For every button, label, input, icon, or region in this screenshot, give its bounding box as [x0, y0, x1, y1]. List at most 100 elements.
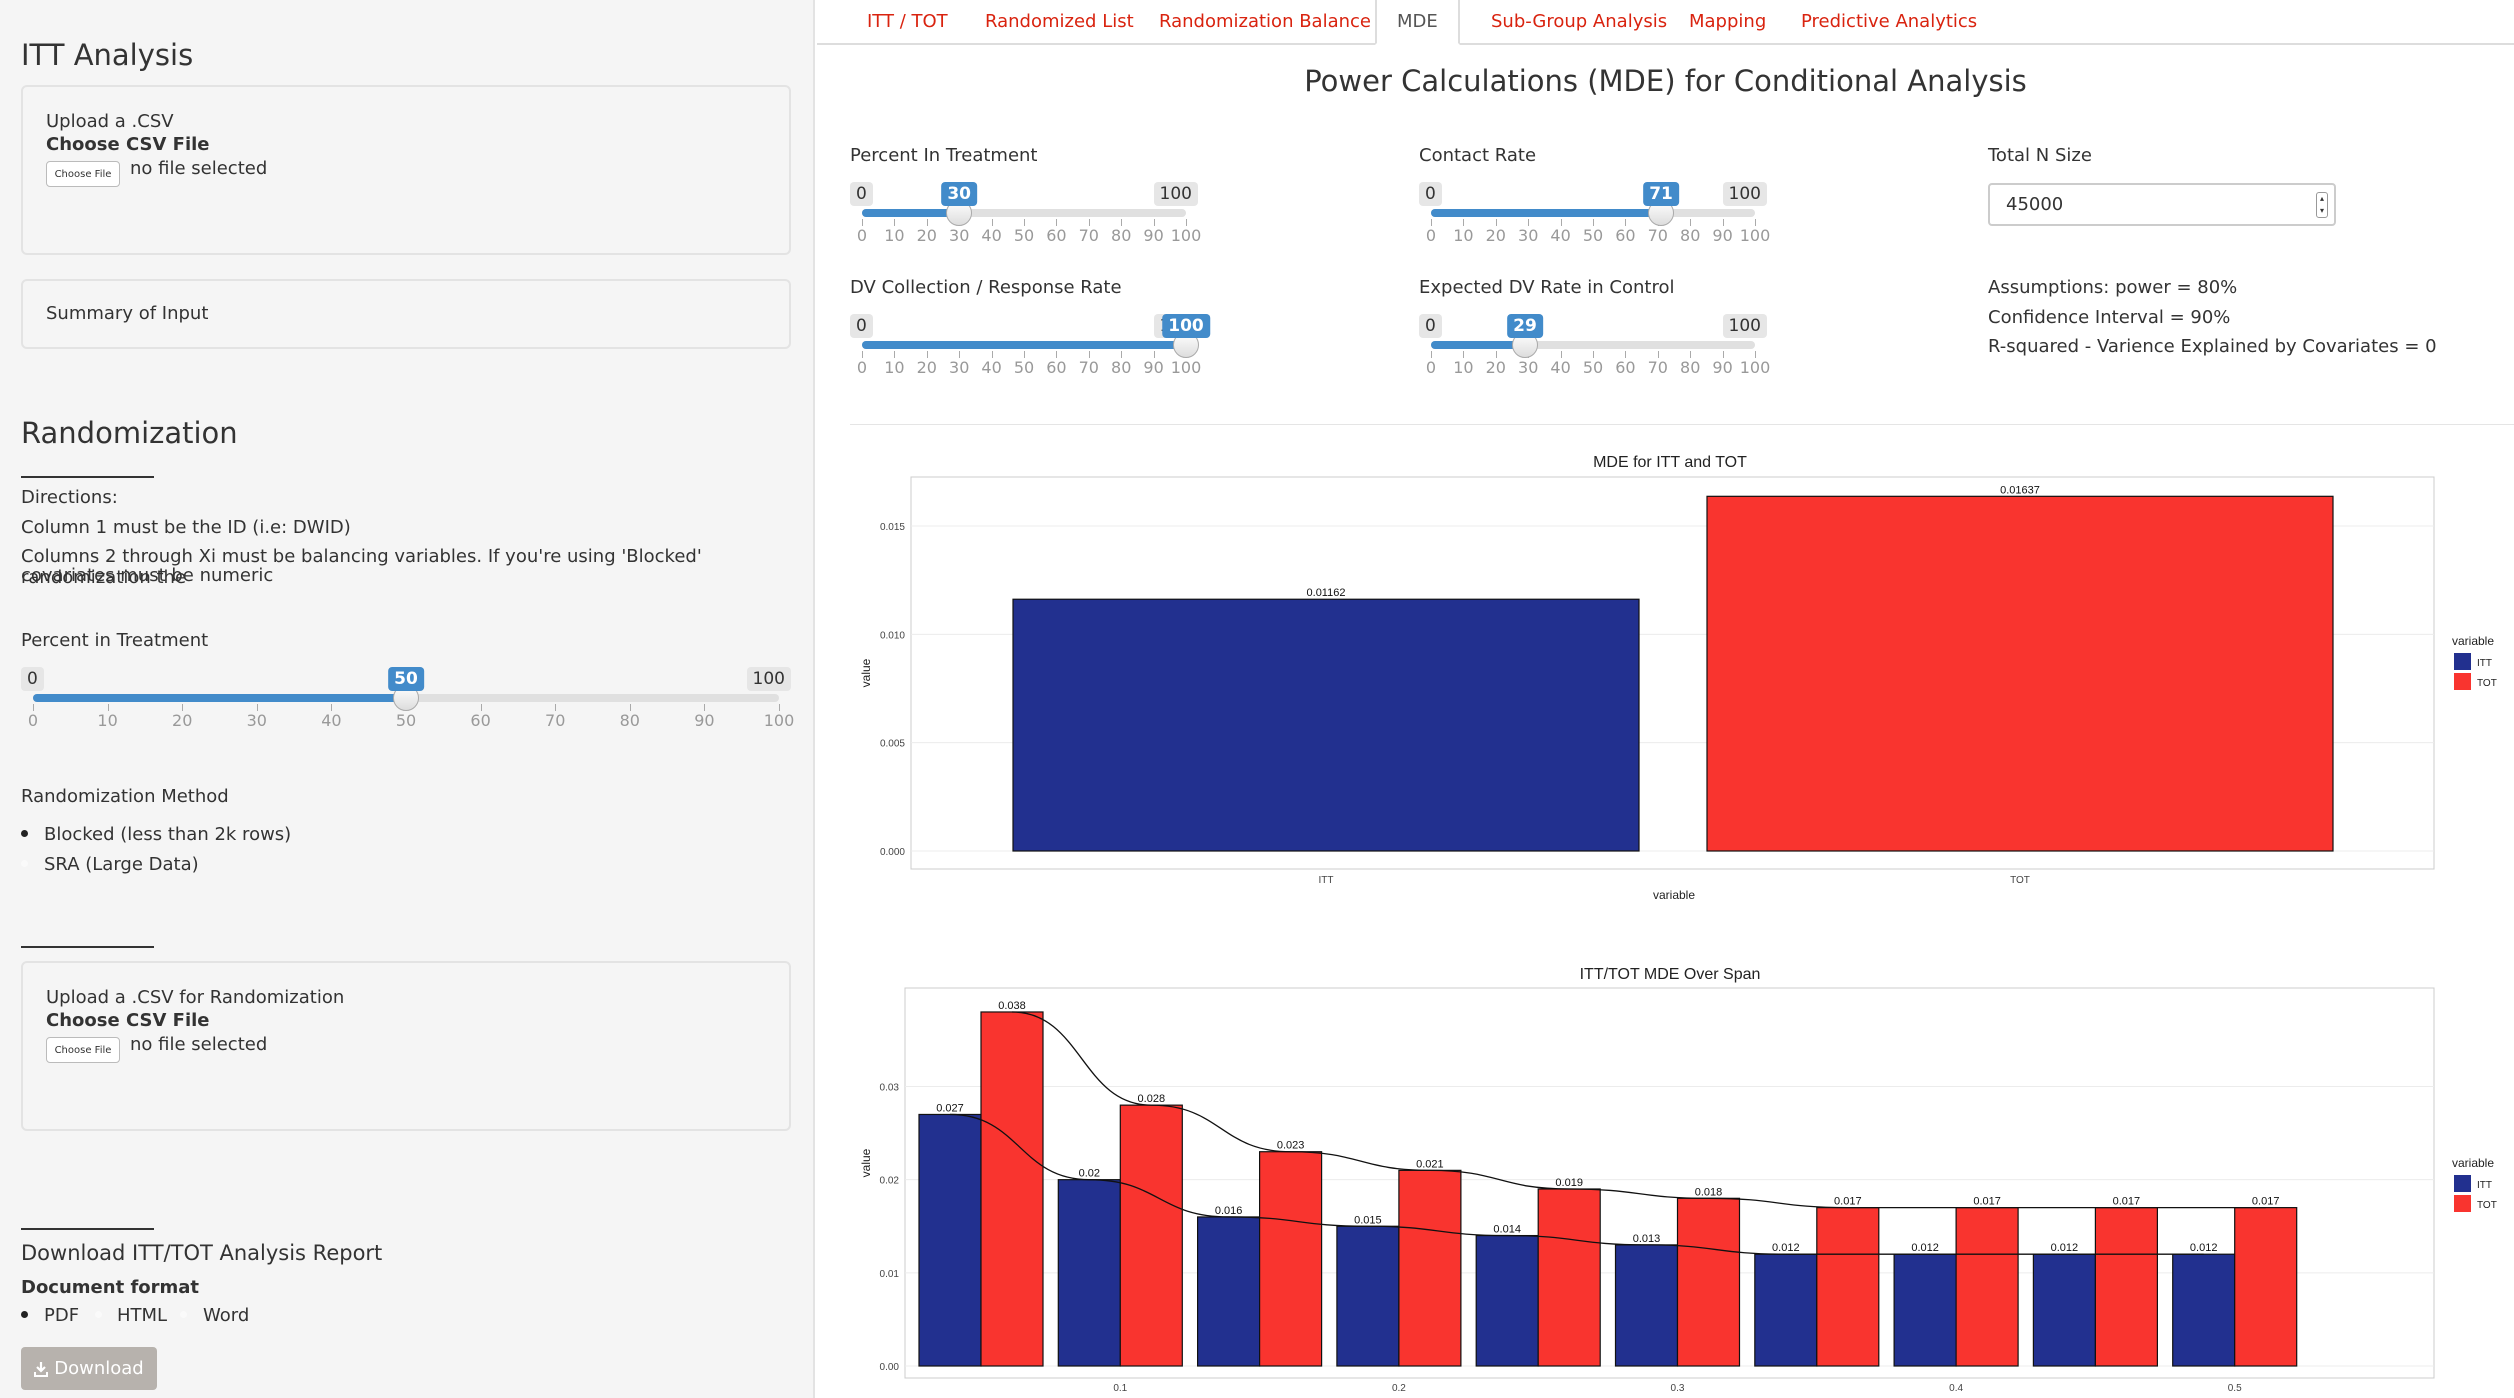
- slider-max-label: 100: [1722, 182, 1767, 206]
- divider: [21, 476, 154, 478]
- slider-tick: [1593, 219, 1594, 226]
- slider-max-label: 100: [1153, 182, 1198, 206]
- slider-tick-label: 100: [1739, 358, 1771, 377]
- bar-tot: [1398, 1169, 1462, 1367]
- slider-tick: [926, 219, 928, 226]
- radio-blocked[interactable]: [21, 830, 28, 837]
- radio-html[interactable]: [95, 1311, 102, 1318]
- y-tick-label: 0.000: [880, 847, 905, 858]
- bar-tot: [1537, 1188, 1601, 1367]
- bar-itt: [1197, 1216, 1261, 1367]
- slider-min-label: 0: [1419, 314, 1442, 338]
- spinner-icon[interactable]: ▴ ▾: [2316, 192, 2328, 218]
- slider-tick-label: 30: [949, 226, 970, 245]
- slider-value-label: 71: [1643, 182, 1679, 206]
- slider-tick-label: 20: [1485, 226, 1506, 245]
- total-n-input[interactable]: 45000 ▴ ▾: [1988, 183, 2336, 226]
- slider-tick-label: 40: [321, 711, 342, 730]
- radio-pdf[interactable]: [21, 1311, 28, 1318]
- format-label: Document format: [21, 1277, 200, 1298]
- y-axis-label: value: [859, 658, 873, 687]
- choose-csv-label: Choose CSV File: [46, 134, 210, 155]
- bar-itt: [2032, 1253, 2097, 1367]
- contact-rate-slider[interactable]: 0 100 0 10 20 30 40 50 60 70 80 90 100 71: [1419, 182, 1770, 252]
- data-label-tot: 0.017: [2113, 1196, 2141, 1208]
- upload-randomization-panel: Upload a .CSV for Randomization Choose C…: [21, 961, 791, 1131]
- slider-value-label: 50: [388, 667, 424, 691]
- radio-word[interactable]: [180, 1311, 187, 1318]
- x-tick-label: 0.4: [1949, 1383, 1963, 1394]
- slider-tick: [862, 351, 863, 358]
- x-tick-label: TOT: [2010, 875, 2030, 886]
- tab-bar: ITT / TOT Randomized List Randomization …: [817, 0, 2514, 45]
- sidebar: ITT Analysis Upload a .CSV Choose CSV Fi…: [0, 0, 815, 1398]
- tab-itt-tot[interactable]: ITT / TOT: [847, 0, 968, 45]
- tab-sub-group-analysis[interactable]: Sub-Group Analysis: [1471, 0, 1687, 45]
- slider-tick-label: 90: [1143, 358, 1164, 377]
- y-tick-label: 0.015: [880, 522, 905, 533]
- data-label-itt: 0.012: [2051, 1242, 2079, 1254]
- slider-tick-label: 80: [1680, 358, 1701, 377]
- data-label-tot: 0.023: [1277, 1140, 1305, 1152]
- y-tick-label: 0.03: [880, 1083, 900, 1094]
- slider-tick-label: 20: [172, 711, 193, 730]
- app-root: ITT Analysis Upload a .CSV Choose CSV Fi…: [0, 0, 2514, 1398]
- slider-tick-label: 80: [1111, 358, 1132, 377]
- report-heading: Download ITT/TOT Analysis Report: [21, 1241, 383, 1265]
- slider-tick: [926, 351, 928, 358]
- data-label-tot: 0.038: [998, 1000, 1026, 1012]
- slider-tick: [1186, 219, 1187, 226]
- tab-mde[interactable]: MDE: [1375, 0, 1460, 45]
- slider-tick-label: 10: [884, 226, 905, 245]
- dv-rate-control-slider[interactable]: 0 100 0 10 20 30 40 50 60 70 80 90 100 29: [1419, 314, 1770, 384]
- slider-tick: [1056, 219, 1058, 226]
- slider-tick-label: 30: [246, 711, 267, 730]
- bar-tot: [2094, 1207, 2159, 1367]
- slider-tick-label: 0: [856, 226, 868, 245]
- bar-itt: [1614, 1244, 1679, 1367]
- slider-tick: [555, 704, 557, 711]
- slider-tick-label: 80: [1111, 226, 1132, 245]
- contact-rate-label: Contact Rate: [1419, 145, 1537, 166]
- tab-predictive-analytics[interactable]: Predictive Analytics: [1781, 0, 1997, 45]
- divider: [21, 1228, 154, 1230]
- dv-collection-slider[interactable]: 01000102030405060708090100100: [850, 314, 1210, 384]
- slider-tick: [959, 351, 961, 358]
- slider-tick: [1463, 351, 1465, 358]
- data-label: 0.01637: [2000, 484, 2040, 496]
- slider-tick-label: 40: [1550, 226, 1571, 245]
- x-tick-label: 0.3: [1671, 1383, 1685, 1394]
- choose-file-button[interactable]: Choose File: [46, 161, 120, 187]
- data-label-itt: 0.016: [1215, 1205, 1243, 1217]
- choose-file-button[interactable]: Choose File: [46, 1037, 120, 1063]
- slider-tick: [1088, 219, 1090, 226]
- slider-tick-label: 80: [619, 711, 640, 730]
- tab-randomization-balance[interactable]: Randomization Balance: [1139, 0, 1391, 45]
- assumption-ci: Confidence Interval = 90%: [1988, 307, 2231, 328]
- slider-tick: [1431, 351, 1432, 358]
- slider-tick-label: 90: [1712, 358, 1733, 377]
- data-label-itt: 0.012: [1772, 1242, 1800, 1254]
- slider-tick: [1088, 351, 1090, 358]
- slider-value-label: 29: [1507, 314, 1543, 338]
- tab-mapping[interactable]: Mapping: [1669, 0, 1786, 45]
- slider-tick-label: 10: [1453, 226, 1474, 245]
- download-button[interactable]: Download: [21, 1347, 157, 1390]
- slider-tick: [1024, 351, 1025, 358]
- radio-sra[interactable]: [21, 860, 28, 867]
- data-label-tot: 0.028: [1138, 1093, 1166, 1105]
- data-label-itt: 0.013: [1633, 1233, 1661, 1245]
- legend-label: ITT: [2477, 1180, 2492, 1191]
- slider-tick-label: 50: [1013, 358, 1035, 377]
- slider-tick: [1153, 351, 1155, 358]
- slider-tick: [1722, 351, 1724, 358]
- slider-tick-label: 70: [1647, 358, 1668, 377]
- tab-randomized-list[interactable]: Randomized List: [965, 0, 1154, 45]
- mde-itt-tot-chart: MDE for ITT and TOT 0.000 0.005 0.010 0.015 v…: [859, 454, 2497, 902]
- pct-treatment-slider[interactable]: 0 100 0 10 20 30 40 50 60 70 80 90 100 50: [21, 667, 794, 737]
- slider-tick-label: 0: [27, 711, 39, 730]
- slider-tick: [1755, 351, 1756, 358]
- slider-tick-label: 90: [694, 711, 715, 730]
- pct-treatment-label: Percent in Treatment: [21, 630, 209, 651]
- pct-in-treatment-slider[interactable]: 0 100 0 10 20 30 40 50 60 70 80 90 100 30: [850, 182, 1201, 252]
